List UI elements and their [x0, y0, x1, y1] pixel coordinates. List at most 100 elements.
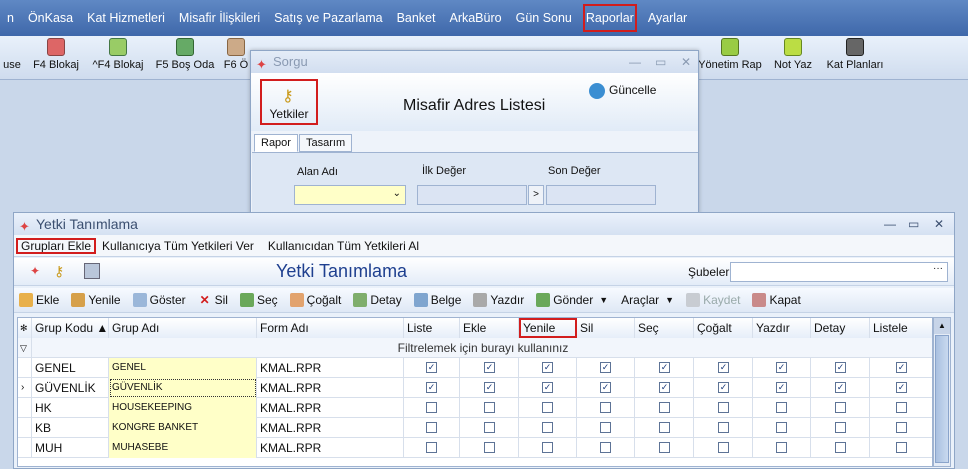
unchecked-checkbox[interactable] [776, 422, 787, 433]
cell-grup-adi[interactable]: GENEL [109, 358, 257, 378]
checked-checkbox[interactable]: ✓ [600, 382, 611, 393]
cell-grup-adi[interactable]: MUHASEBE [109, 438, 257, 458]
col-detay[interactable]: Detay [811, 318, 870, 338]
unchecked-checkbox[interactable] [718, 442, 729, 453]
cell-grup-kodu[interactable]: KB [32, 418, 109, 438]
building-icon[interactable] [84, 263, 100, 279]
scroll-thumb[interactable] [935, 335, 949, 463]
menu-item-misafir-iliskileri[interactable]: Misafir İlişkileri [172, 0, 267, 36]
son-deger-input[interactable] [546, 185, 656, 205]
menu-item-kat-hizmetleri[interactable]: Kat Hizmetleri [80, 0, 172, 36]
unchecked-checkbox[interactable] [600, 442, 611, 453]
unchecked-checkbox[interactable] [896, 402, 907, 413]
ilk-deger-input[interactable] [417, 185, 527, 205]
tab-tasarim[interactable]: Tasarım [299, 134, 353, 152]
cell-form-adi[interactable]: KMAL.RPR [257, 378, 404, 398]
cell-grup-kodu[interactable]: MUH [32, 438, 109, 458]
belge-button[interactable]: Belge [409, 293, 461, 307]
checked-checkbox[interactable]: ✓ [718, 362, 729, 373]
alan-adi-select[interactable]: ⌄ [294, 185, 406, 205]
col-yenile[interactable]: Yenile [519, 318, 577, 338]
key-icon[interactable]: ⚷ [54, 263, 64, 280]
yazdir-button[interactable]: Yazdır [468, 293, 524, 307]
menu-item-partial[interactable]: n [0, 0, 21, 36]
checked-checkbox[interactable]: ✓ [600, 362, 611, 373]
checked-checkbox[interactable]: ✓ [835, 382, 846, 393]
detay-button[interactable]: Detay [348, 293, 402, 307]
sil-button[interactable]: ✕ Sil [193, 293, 228, 307]
cell-grup-kodu[interactable]: GENEL [32, 358, 109, 378]
menu-item-satis-pazarlama[interactable]: Satış ve Pazarlama [267, 0, 389, 36]
checked-checkbox[interactable]: ✓ [659, 382, 670, 393]
unchecked-checkbox[interactable] [659, 422, 670, 433]
col-grup-kodu[interactable]: Grup Kodu ▲ [32, 318, 109, 338]
checked-checkbox[interactable]: ✓ [776, 382, 787, 393]
sec-button[interactable]: Seç [235, 293, 278, 307]
table-row[interactable]: › GÜVENLİK GÜVENLİK KMAL.RPR ✓ ✓ ✓ ✓ ✓ ✓ ✓ ✓ ✓ [18, 378, 932, 398]
checked-checkbox[interactable]: ✓ [896, 362, 907, 373]
araclar-button[interactable]: Araçlar ▼ [621, 293, 674, 307]
col-cogalt[interactable]: Çoğalt [694, 318, 753, 338]
checked-checkbox[interactable]: ✓ [776, 362, 787, 373]
checked-checkbox[interactable]: ✓ [426, 362, 437, 373]
table-row[interactable]: GENEL GENEL KMAL.RPR ✓ ✓ ✓ ✓ ✓ ✓ ✓ ✓ ✓ [18, 358, 932, 378]
cell-grup-kodu[interactable]: GÜVENLİK [32, 378, 109, 398]
menu-kullaniciya-tum-yetkileri-ver[interactable]: Kullanıcıya Tüm Yetkileri Ver [98, 239, 258, 253]
col-grup-adi[interactable]: Grup Adı [109, 318, 257, 338]
unchecked-checkbox[interactable] [600, 422, 611, 433]
close-icon[interactable]: ✕ [934, 213, 944, 235]
unchecked-checkbox[interactable] [484, 402, 495, 413]
grid-filter-row[interactable]: ▽ Filtrelemek için burayı kullanınız [18, 338, 932, 358]
unchecked-checkbox[interactable] [484, 442, 495, 453]
unchecked-checkbox[interactable] [835, 422, 846, 433]
cell-grup-adi[interactable]: KONGRE BANKET [109, 418, 257, 438]
toolbar-button-ctrl-f4-blokaj[interactable]: ^F4 Blokaj [90, 38, 146, 78]
cell-grup-adi[interactable]: GÜVENLİK [109, 378, 257, 398]
table-row[interactable]: MUH MUHASEBE KMAL.RPR [18, 438, 932, 458]
close-icon[interactable]: ✕ [681, 51, 691, 73]
cell-form-adi[interactable]: KMAL.RPR [257, 398, 404, 418]
col-sil[interactable]: Sil [577, 318, 635, 338]
gonder-button[interactable]: Gönder ▼ [531, 293, 608, 307]
toolbar-button-f4-blokaj[interactable]: F4 Blokaj [30, 38, 82, 78]
unchecked-checkbox[interactable] [542, 402, 553, 413]
unchecked-checkbox[interactable] [484, 422, 495, 433]
table-row[interactable]: KB KONGRE BANKET KMAL.RPR [18, 418, 932, 438]
checked-checkbox[interactable]: ✓ [835, 362, 846, 373]
unchecked-checkbox[interactable] [542, 442, 553, 453]
checked-checkbox[interactable]: ✓ [659, 362, 670, 373]
tab-rapor[interactable]: Rapor [254, 134, 298, 152]
scroll-up-icon[interactable]: ▲ [934, 318, 950, 334]
guncelle-button[interactable]: Güncelle [589, 83, 656, 99]
unchecked-checkbox[interactable] [426, 402, 437, 413]
checked-checkbox[interactable]: ✓ [426, 382, 437, 393]
checked-checkbox[interactable]: ✓ [896, 382, 907, 393]
toolbar-button-kat-planlari[interactable]: Kat Planları [822, 38, 888, 78]
col-yazdir[interactable]: Yazdır [753, 318, 811, 338]
maximize-icon[interactable]: ▭ [655, 51, 666, 73]
minimize-icon[interactable]: — [884, 213, 896, 235]
unchecked-checkbox[interactable] [426, 422, 437, 433]
grid-vertical-scrollbar[interactable]: ▲ [933, 317, 951, 467]
cell-grup-adi[interactable]: HOUSEKEEPING [109, 398, 257, 418]
unchecked-checkbox[interactable] [776, 402, 787, 413]
checked-checkbox[interactable]: ✓ [484, 382, 495, 393]
unchecked-checkbox[interactable] [659, 402, 670, 413]
unchecked-checkbox[interactable] [600, 402, 611, 413]
unchecked-checkbox[interactable] [659, 442, 670, 453]
cell-form-adi[interactable]: KMAL.RPR [257, 418, 404, 438]
toolbar-button-use[interactable]: use [0, 38, 24, 78]
unchecked-checkbox[interactable] [896, 442, 907, 453]
kapat-button[interactable]: Kapat [747, 293, 801, 307]
menu-kullanicidan-tum-yetkileri-al[interactable]: Kullanıcıdan Tüm Yetkileri Al [264, 239, 423, 253]
menu-item-gun-sonu[interactable]: Gün Sonu [509, 0, 579, 36]
minimize-icon[interactable]: — [629, 51, 641, 73]
toolbar-button-yonetim-rap[interactable]: Yönetim Rap [698, 38, 762, 78]
goster-button[interactable]: Göster [128, 293, 186, 307]
toolbar-button-f5-bos-oda[interactable]: F5 Boş Oda [154, 38, 216, 78]
unchecked-checkbox[interactable] [718, 402, 729, 413]
col-sec[interactable]: Seç [635, 318, 694, 338]
col-liste[interactable]: Liste [404, 318, 460, 338]
col-ekle[interactable]: Ekle [460, 318, 519, 338]
toolbar-button-f6[interactable]: F6 Ö [222, 38, 250, 78]
